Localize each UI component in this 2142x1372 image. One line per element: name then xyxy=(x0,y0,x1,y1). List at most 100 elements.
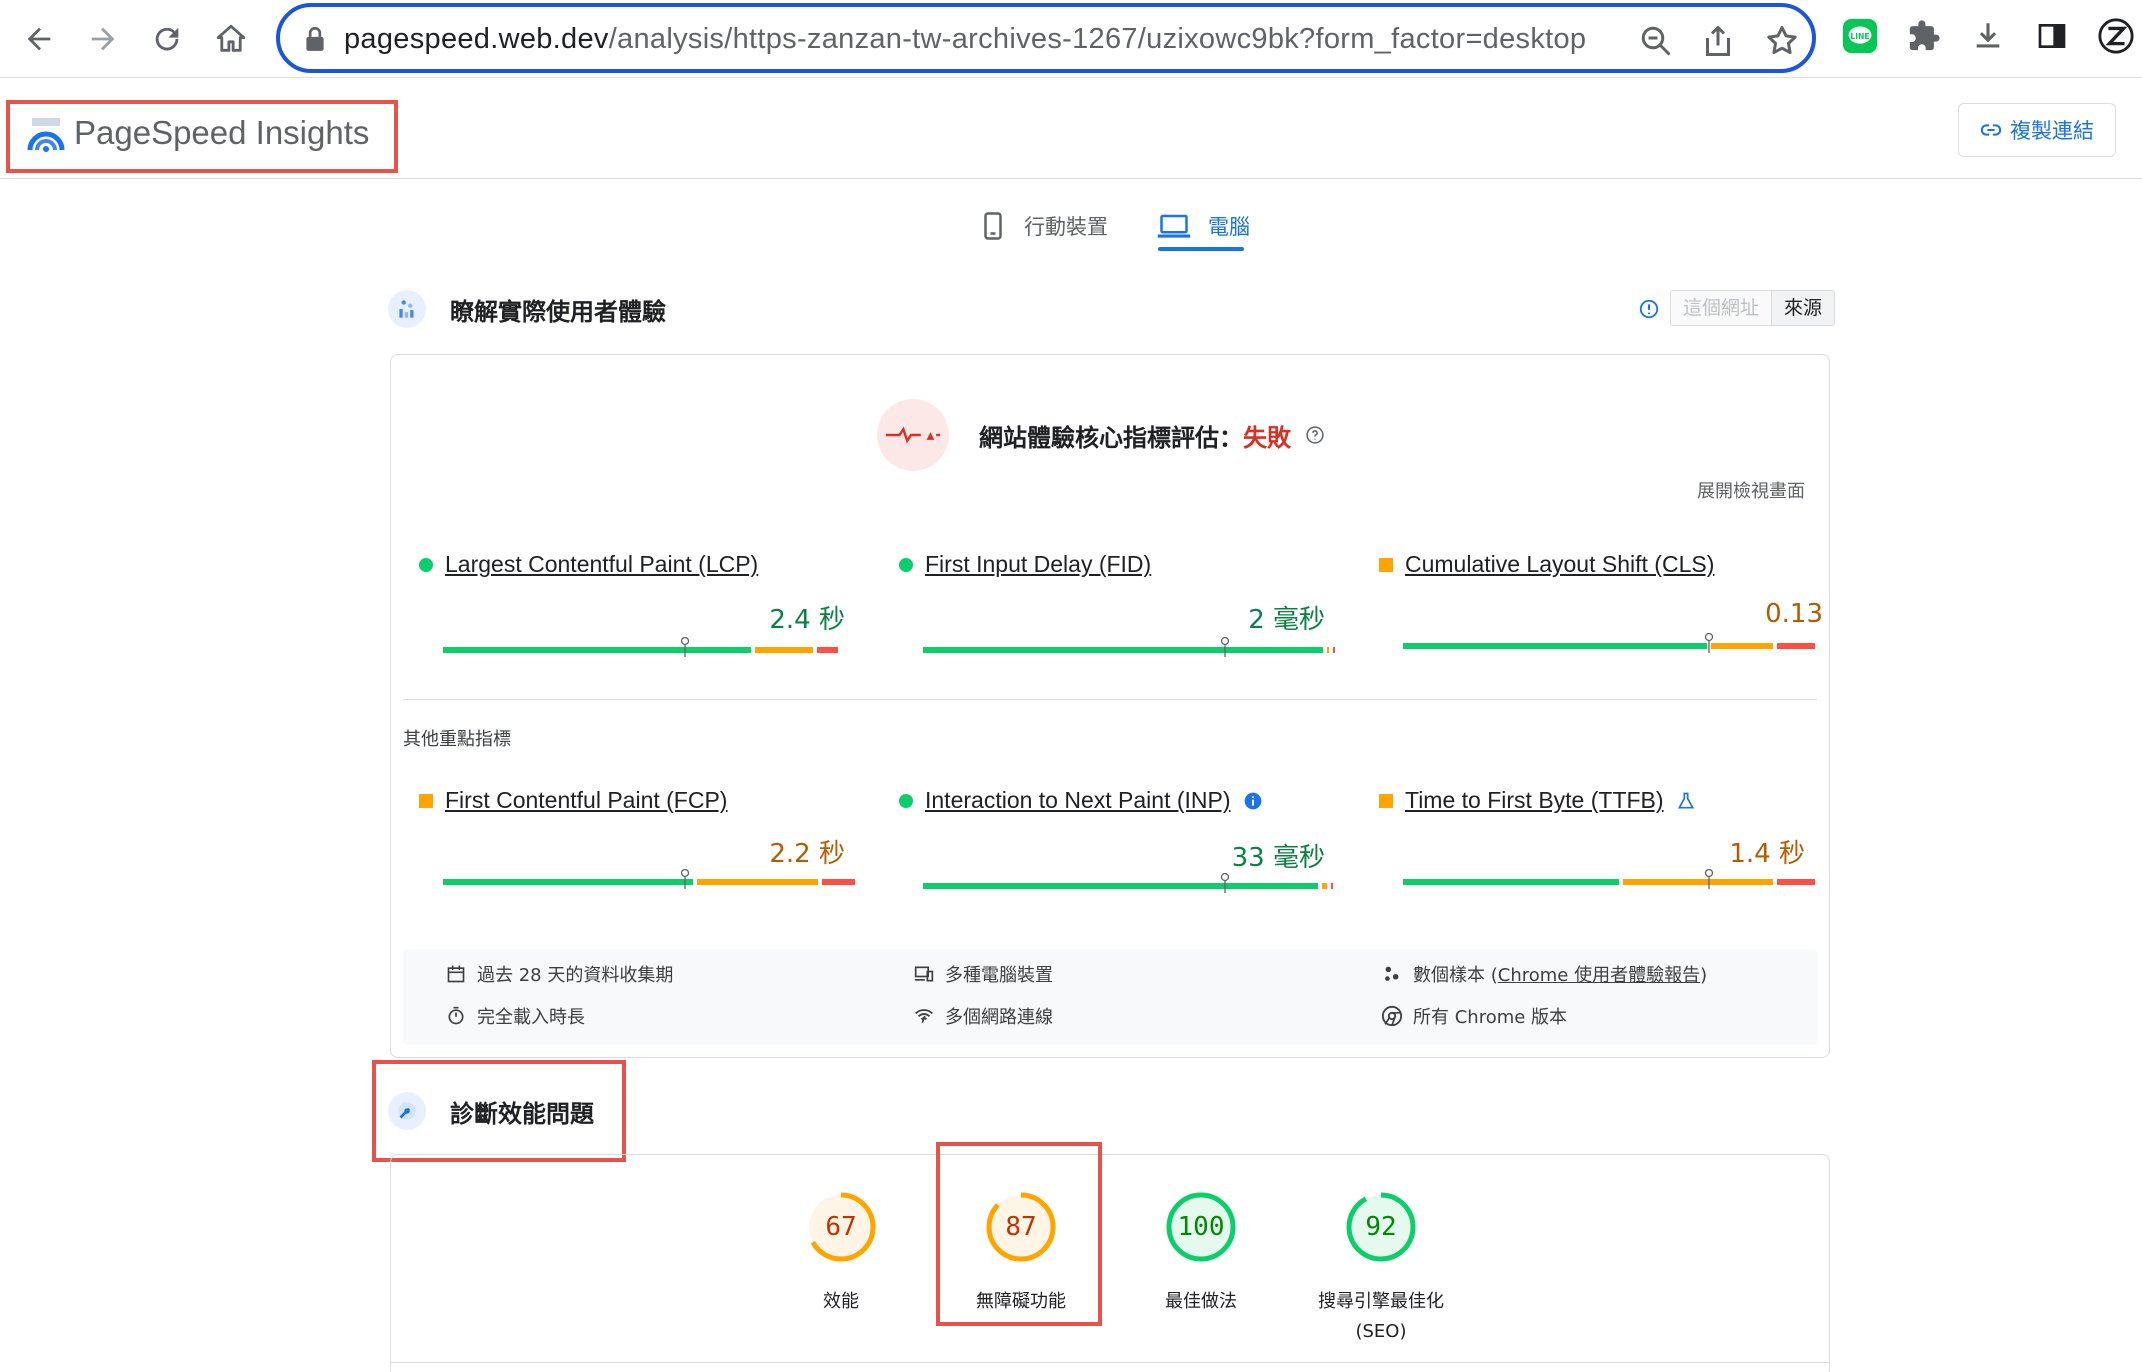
metric-value: 33 毫秒 xyxy=(1231,843,1325,873)
score-gauge-best-practices[interactable]: 100 最佳做法 xyxy=(1131,1191,1271,1371)
copy-link-button[interactable]: 複製連結 xyxy=(1958,103,2116,157)
percentile-marker xyxy=(1704,868,1714,889)
toggle-this-url[interactable]: 這個網址 xyxy=(1671,291,1772,325)
metric-fcp: First Contentful Paint (FCP) 2.2 秒 xyxy=(419,787,855,907)
poor-segment xyxy=(1777,643,1815,649)
data-collection-info: 過去 28 天的資料收集期 完全載入時長 多種電腦裝置 多個網路連線 數個樣本 … xyxy=(403,949,1817,1045)
lab-scores-card: 67 效能 87 無障礙功能 100 最佳做法 92 搜尋引擎最佳化 (SEO) xyxy=(390,1154,1830,1372)
metric-cls: Cumulative Layout Shift (CLS) 0.13 xyxy=(1379,551,1823,671)
cwv-assessment: 網站體驗核心指標評估：失敗 xyxy=(877,399,1325,471)
good-indicator-dot xyxy=(419,557,433,572)
poor-segment xyxy=(1330,883,1333,889)
forward-button[interactable] xyxy=(78,14,128,64)
back-button[interactable] xyxy=(14,14,64,64)
network-signal-icon xyxy=(913,1005,935,1027)
percentile-marker xyxy=(1220,872,1230,893)
pagespeed-logo-icon xyxy=(27,118,65,152)
logo-highlight-box: PageSpeed Insights xyxy=(6,100,398,173)
crux-report-link[interactable]: Chrome 使用者體驗報告 xyxy=(1498,965,1700,986)
download-icon[interactable] xyxy=(1968,16,2008,56)
laptop-icon xyxy=(1157,214,1191,238)
home-button[interactable] xyxy=(206,14,256,64)
good-segment xyxy=(443,647,751,653)
score-gauge-seo[interactable]: 92 搜尋引擎最佳化 (SEO) xyxy=(1311,1191,1451,1371)
diagnose-icon xyxy=(388,1092,426,1130)
svg-text:LINE: LINE xyxy=(1850,32,1869,41)
metric-value: 2.2 秒 xyxy=(769,839,845,869)
good-segment xyxy=(923,883,1319,889)
score-label-line1: 搜尋引擎最佳化 xyxy=(1318,1291,1444,1312)
url-path: /analysis/https-zanzan-tw-archives-1267/… xyxy=(608,23,1587,55)
meta-network: 多個網路連線 xyxy=(913,1003,1053,1029)
poor-segment xyxy=(1777,879,1815,885)
distribution-bar xyxy=(443,647,859,653)
score-label: 效能 xyxy=(823,1291,859,1312)
distribution-bar xyxy=(923,647,1339,653)
meta-samples-text: 數個樣本 (Chrome 使用者體驗報告) xyxy=(1413,961,1707,987)
average-indicator-square xyxy=(419,793,433,808)
metric-name[interactable]: Time to First Byte (TTFB) xyxy=(1405,787,1664,814)
metric-value: 2 毫秒 xyxy=(1248,605,1325,635)
info-icon[interactable] xyxy=(1638,298,1660,320)
info-filled-icon[interactable] xyxy=(1243,791,1263,811)
meta-period: 過去 28 天的資料收集期 xyxy=(445,961,673,987)
tab-desktop[interactable]: 電腦 xyxy=(1156,198,1250,254)
cwv-label: 網站體驗核心指標評估： xyxy=(979,423,1243,452)
home-icon xyxy=(216,24,246,52)
zoom-icon[interactable] xyxy=(1638,23,1674,59)
other-metrics-label: 其他重點指標 xyxy=(403,729,511,750)
bookmark-star-icon[interactable] xyxy=(1764,23,1800,59)
url-host: pagespeed.web.dev xyxy=(344,23,609,55)
line-extension-icon[interactable]: LINE xyxy=(1840,16,1880,56)
phone-icon xyxy=(984,212,1002,240)
metric-name[interactable]: Interaction to Next Paint (INP) xyxy=(925,787,1231,814)
metric-name[interactable]: Largest Contentful Paint (LCP) xyxy=(445,551,758,578)
logo-text: PageSpeed Insights xyxy=(74,114,370,151)
metric-name[interactable]: First Input Delay (FID) xyxy=(925,551,1151,578)
tab-desktop-label: 電腦 xyxy=(1208,215,1250,239)
average-segment xyxy=(1710,643,1774,649)
samples-prefix: 數個樣本 ( xyxy=(1413,965,1498,986)
active-tab-indicator xyxy=(1158,247,1244,251)
reload-button[interactable] xyxy=(142,14,192,64)
metric-name[interactable]: Cumulative Layout Shift (CLS) xyxy=(1405,551,1714,578)
experimental-flask-icon xyxy=(1677,792,1694,808)
tab-mobile[interactable]: 行動裝置 xyxy=(978,198,1108,254)
average-segment xyxy=(1326,647,1329,653)
profile-avatar-icon[interactable] xyxy=(2096,16,2136,56)
average-segment xyxy=(1623,879,1774,885)
good-segment xyxy=(1403,879,1620,885)
puzzle-extensions-icon[interactable] xyxy=(1904,16,1944,56)
metric-name[interactable]: First Contentful Paint (FCP) xyxy=(445,787,727,814)
score-gauge-performance[interactable]: 67 效能 xyxy=(771,1191,911,1371)
field-section-title: 瞭解實際使用者體驗 xyxy=(450,298,666,326)
meta-samples: 數個樣本 (Chrome 使用者體驗報告) xyxy=(1381,961,1707,987)
share-icon[interactable] xyxy=(1700,23,1736,59)
percentile-marker xyxy=(680,636,690,657)
help-icon[interactable] xyxy=(1305,425,1325,445)
psi-header: PageSpeed Insights 複製連結 xyxy=(0,79,2142,179)
toggle-origin[interactable]: 來源 xyxy=(1771,291,1835,325)
people-samples-icon xyxy=(1381,963,1403,985)
expand-view-link[interactable]: 展開檢視畫面 xyxy=(1697,477,1805,503)
meta-devices-text: 多種電腦裝置 xyxy=(945,965,1053,986)
poor-segment xyxy=(821,879,855,885)
url-origin-toggle: 這個網址 來源 xyxy=(1670,290,1836,326)
meta-duration: 完全載入時長 xyxy=(445,1003,585,1029)
address-bar[interactable]: pagespeed.web.dev/analysis/https-zanzan-… xyxy=(276,3,1816,73)
samples-suffix: ) xyxy=(1700,965,1708,986)
meta-chrome-text: 所有 Chrome 版本 xyxy=(1413,1007,1568,1028)
average-segment xyxy=(1322,883,1327,889)
lock-icon xyxy=(306,26,324,51)
chrome-icon xyxy=(1381,1005,1403,1027)
distribution-bar xyxy=(923,883,1339,889)
side-panel-icon[interactable] xyxy=(2032,16,2072,56)
metric-value: 0.13 xyxy=(1765,599,1823,629)
cwv-result: 失敗 xyxy=(1243,423,1291,452)
average-segment xyxy=(696,879,818,885)
reload-icon xyxy=(155,27,179,51)
good-segment xyxy=(923,647,1323,653)
score-label: 最佳做法 xyxy=(1165,1291,1237,1312)
distribution-bar xyxy=(1403,879,1819,885)
metric-ttfb: Time to First Byte (TTFB) 1.4 秒 xyxy=(1379,787,1815,907)
